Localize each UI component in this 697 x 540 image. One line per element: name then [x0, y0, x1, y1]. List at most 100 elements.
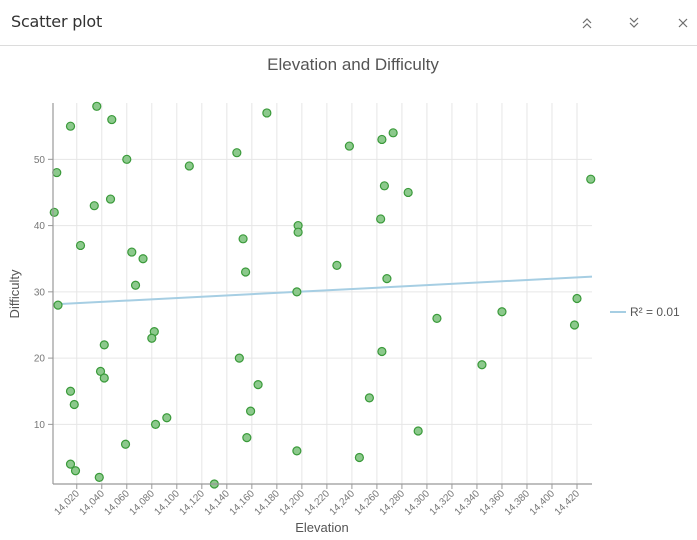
data-point [147, 333, 157, 343]
collapse-up-button[interactable] [577, 13, 597, 33]
data-point [234, 353, 244, 363]
data-point [497, 307, 507, 317]
data-point [240, 267, 251, 277]
data-point [262, 108, 272, 118]
close-button[interactable] [673, 13, 693, 33]
y-tick-label: 30 [34, 287, 46, 298]
data-point [586, 174, 596, 184]
data-point [238, 234, 248, 244]
data-point [376, 214, 386, 224]
x-tick-label: 14,240 [328, 488, 358, 518]
data-point [292, 446, 302, 456]
data-point [75, 240, 86, 251]
data-point [253, 380, 263, 390]
data-point [120, 439, 131, 449]
data-point [138, 254, 148, 264]
trendline [52, 275, 593, 306]
trendline-layer [52, 275, 593, 306]
data-point [150, 419, 161, 429]
y-tick-label: 40 [34, 221, 46, 232]
y-axis-label: Difficulty [7, 269, 22, 318]
data-point [232, 148, 242, 158]
x-tick-label: 14,100 [153, 488, 183, 518]
x-tick-label: 14,140 [203, 488, 233, 518]
data-point [382, 273, 392, 284]
data-point [130, 280, 141, 290]
x-tick-label: 14,020 [52, 488, 82, 518]
data-point [184, 161, 194, 171]
data-point [344, 141, 354, 151]
data-point [162, 413, 172, 423]
panel-header: Scatter plot [0, 0, 697, 46]
x-tick-label: 14,400 [528, 488, 558, 518]
panel-title: Scatter plot [11, 12, 103, 31]
data-point [388, 128, 398, 138]
data-point [65, 386, 76, 396]
x-tick-label: 14,300 [403, 488, 433, 518]
data-point [245, 406, 256, 416]
scatter-chart: Elevation and Difficulty 14,02014,04014,… [7, 55, 680, 535]
x-tick-label: 14,220 [303, 488, 333, 518]
data-point [127, 247, 137, 257]
data-point [99, 373, 109, 383]
chart-area: Elevation and Difficulty 14,020 14,040 14,… [0, 47, 697, 540]
data-point [70, 466, 81, 476]
double-chevron-down-icon [629, 17, 639, 28]
legend-label: R² = 0.01 [630, 305, 680, 319]
data-point [572, 293, 582, 304]
data-point [242, 433, 252, 443]
legend[interactable]: R² = 0.01 [610, 305, 680, 319]
data-point [52, 167, 62, 178]
data-point [377, 346, 387, 357]
double-chevron-up-icon [582, 18, 592, 29]
data-point [89, 201, 99, 211]
data-point [403, 187, 413, 198]
data-point [364, 393, 374, 403]
data-point [69, 399, 79, 410]
x-tick-label: 14,180 [253, 488, 283, 518]
data-point [122, 154, 132, 164]
data-point [99, 340, 109, 350]
x-tick-label: 14,120 [178, 488, 208, 518]
gridlines [53, 103, 592, 484]
collapse-down-button[interactable] [624, 13, 644, 33]
x-tick-label: 14,340 [453, 488, 483, 518]
x-tick-label: 14,200 [278, 488, 308, 518]
y-tick-label: 10 [34, 420, 46, 431]
data-point [292, 287, 302, 297]
data-point [65, 121, 76, 131]
x-tick-label: 14,160 [228, 488, 258, 518]
data-point [432, 313, 442, 323]
data-point [92, 101, 102, 111]
data-point [49, 207, 59, 217]
close-icon [678, 18, 688, 28]
data-point [94, 472, 104, 482]
x-tick-label: 14,080 [128, 488, 158, 518]
y-tick-label: 50 [34, 155, 46, 166]
x-tick-label: 14,280 [378, 488, 408, 518]
points-layer [49, 101, 596, 489]
data-point [354, 452, 364, 463]
data-point [377, 134, 387, 145]
x-tick-label: 14,360 [478, 488, 508, 518]
axes [52, 103, 592, 485]
x-axis-ticks: 14,02014,04014,06014,08014,10014,12014,1… [52, 484, 582, 518]
x-tick-label: 14,380 [503, 488, 533, 518]
data-point [107, 114, 117, 125]
chart-title: Elevation and Difficulty [267, 55, 439, 74]
data-point [53, 300, 63, 310]
data-point [293, 227, 303, 237]
x-tick-label: 14,060 [102, 488, 132, 518]
data-point [332, 260, 342, 270]
x-tick-label: 14,260 [353, 488, 383, 518]
y-tick-label: 20 [34, 354, 46, 365]
data-point [569, 320, 580, 330]
x-axis-label: Elevation [295, 520, 348, 535]
data-point [413, 426, 423, 436]
y-axis-ticks: 10 20 30 40 50 [34, 155, 53, 431]
x-tick-label: 14,420 [553, 488, 583, 518]
data-point [379, 181, 390, 191]
data-point [105, 194, 116, 204]
x-tick-label: 14,040 [77, 488, 107, 518]
x-tick-label: 14,320 [428, 488, 458, 518]
